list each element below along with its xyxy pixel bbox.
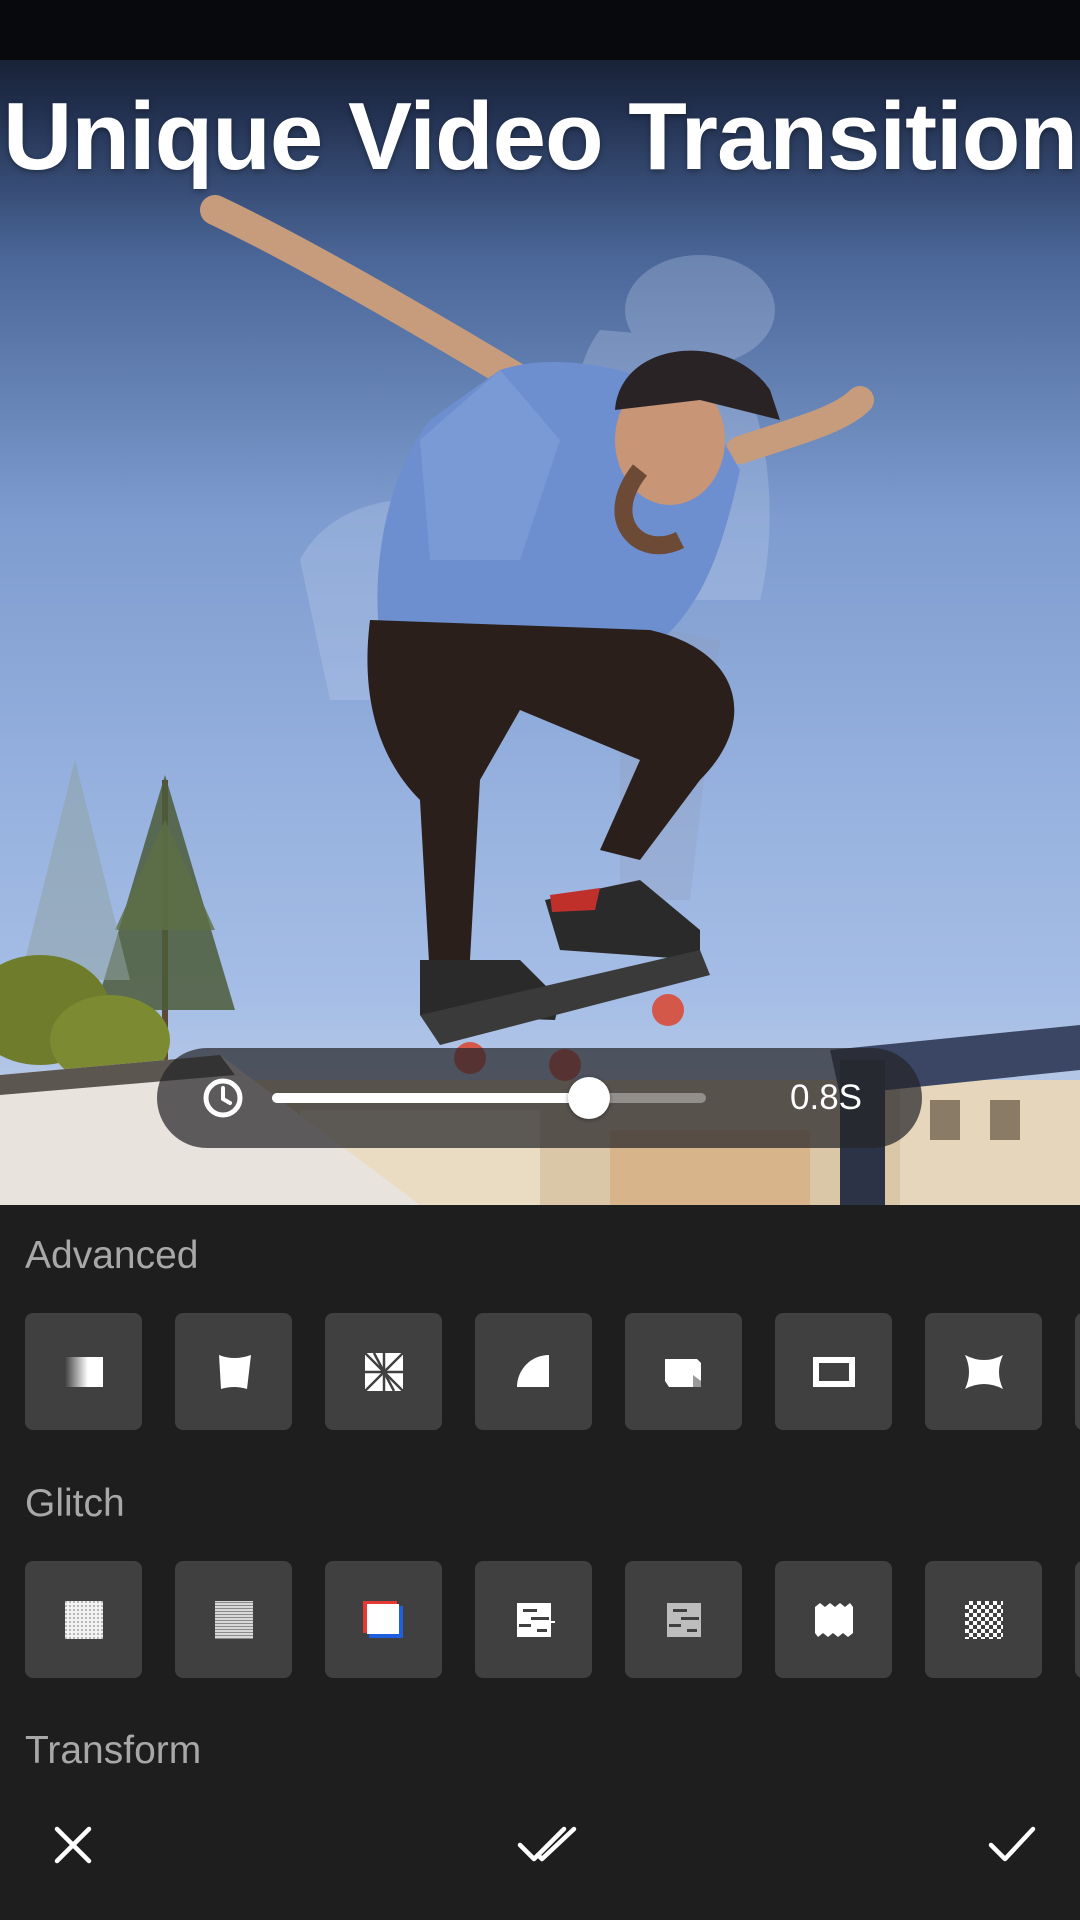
video-preview[interactable]: Unique Video Transition 0.8S [0,0,1080,1205]
transition-tile[interactable] [925,1561,1042,1678]
quarter-circle-icon [516,1354,549,1387]
apply-to-all-button[interactable] [513,1815,583,1875]
close-icon [54,1826,92,1864]
transition-tile[interactable] [625,1561,742,1678]
confirm-button[interactable] [977,1815,1047,1875]
transition-tile[interactable] [325,1313,442,1430]
transition-tile[interactable] [775,1561,892,1678]
fade-square-icon [64,1356,103,1387]
radial-burst-icon [363,1351,404,1392]
section-title-glitch: Glitch [25,1482,125,1525]
warp-square-icon [218,1354,251,1389]
section-title-transform: Transform [25,1729,202,1772]
torn-edge-icon [814,1602,853,1637]
transition-tile[interactable] [175,1561,292,1678]
page-curl-icon [664,1358,701,1387]
check-icon [988,1826,1036,1862]
advanced-transitions-row[interactable] [25,1313,1080,1430]
duration-slider-fill [272,1093,589,1103]
noise-icon [64,1600,103,1639]
transition-tile[interactable] [925,1313,1042,1430]
transition-tile[interactable] [475,1313,592,1430]
duration-value: 0.8S [790,1078,862,1117]
transition-tile[interactable] [775,1313,892,1430]
cancel-button[interactable] [38,1815,108,1875]
transition-tile[interactable] [175,1313,292,1430]
duration-slider-thumb[interactable] [568,1077,610,1119]
transition-tile[interactable] [1075,1313,1080,1430]
pinch-square-icon [964,1354,1003,1389]
transition-tile[interactable] [325,1561,442,1678]
glitch-transitions-row[interactable] [25,1561,1080,1678]
glitch-bars-dim-icon [666,1602,701,1637]
checkerboard-icon [964,1600,1003,1639]
transition-tile[interactable] [25,1561,142,1678]
static-lines-icon [214,1600,253,1639]
rgb-split-icon [362,1600,403,1638]
clock-icon [202,1077,244,1119]
transition-tile[interactable] [25,1313,142,1430]
transition-tile[interactable] [1075,1561,1080,1678]
headline: Unique Video Transition [2,83,1078,190]
transition-tile[interactable] [625,1313,742,1430]
glitch-bars-icon [516,1602,555,1637]
frame-icon [812,1356,855,1387]
section-title-advanced: Advanced [25,1234,199,1277]
transition-tile[interactable] [475,1561,592,1678]
double-check-icon [517,1826,577,1862]
